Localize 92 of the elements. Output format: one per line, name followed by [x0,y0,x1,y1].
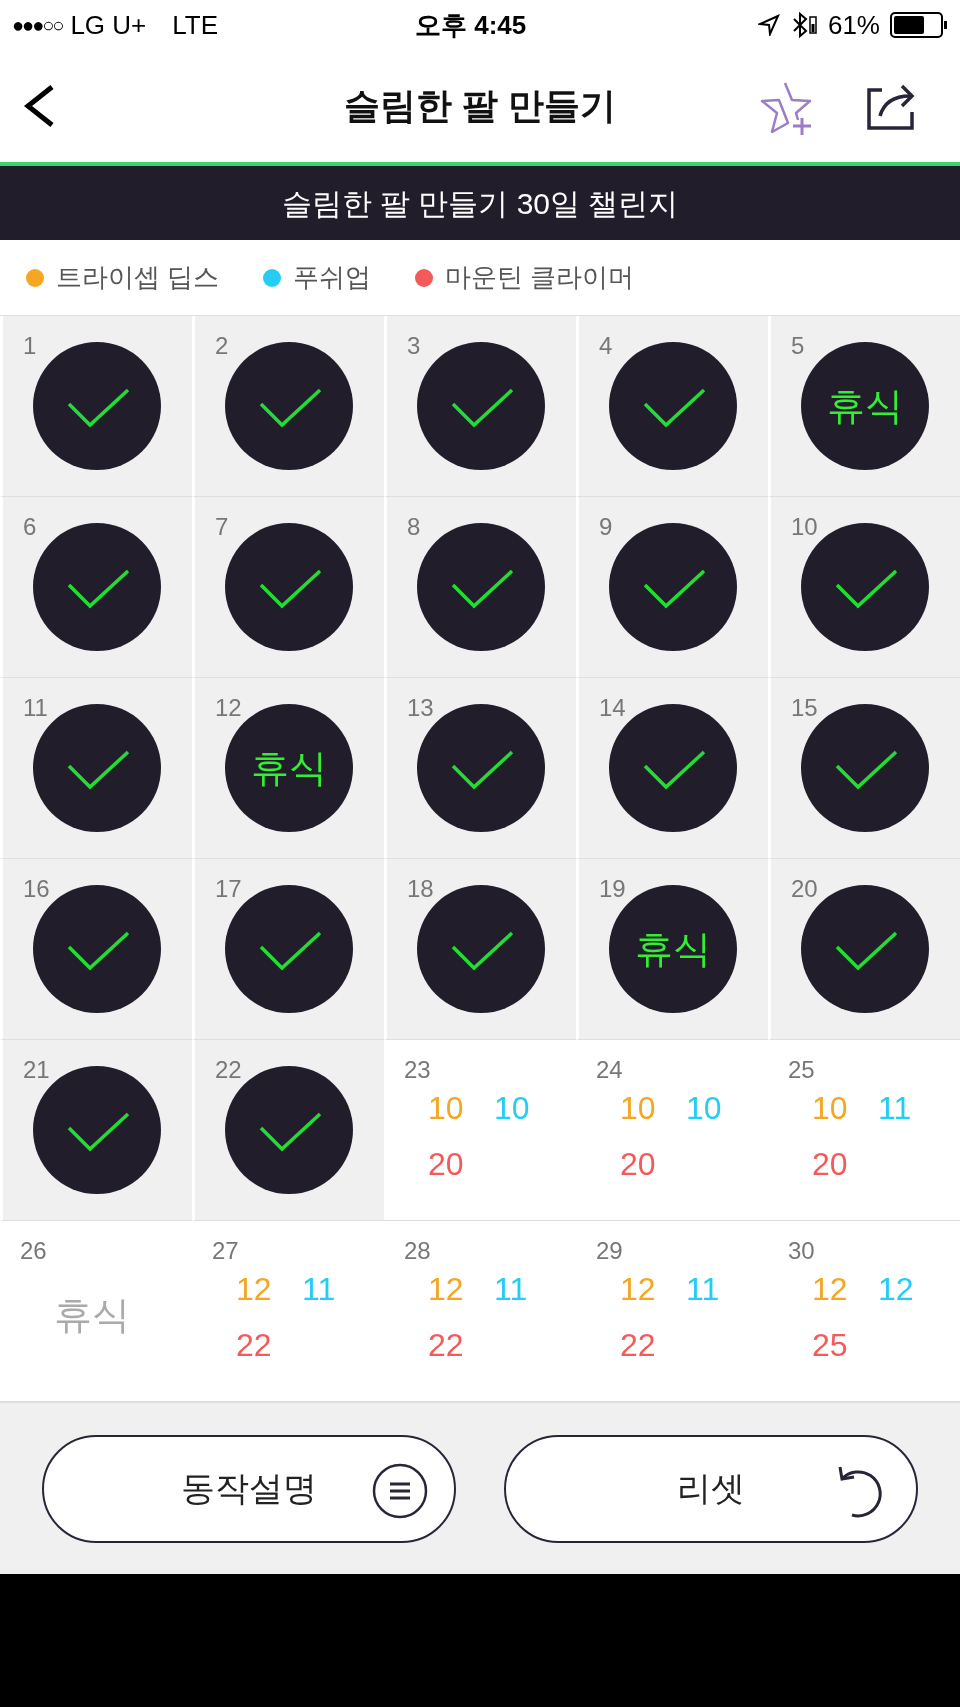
day-number: 16 [23,874,50,904]
day-number: 1 [23,331,37,361]
carrier-name: LG U+ [70,8,147,42]
day-number: 20 [791,874,818,904]
day-number: 27 [212,1236,239,1266]
rest-label: 휴식 [635,926,711,972]
location-icon [757,14,780,36]
day-number: 10 [791,512,818,542]
day-number: 23 [404,1055,431,1085]
rep-count: 20 [812,1148,848,1180]
day-cell[interactable]: 14 [576,678,768,859]
day-cell[interactable]: 3 [384,316,576,497]
rep-count: 11 [686,1273,720,1305]
day-cell[interactable]: 2 [192,316,384,497]
day-cell[interactable]: 10 [768,497,960,678]
day-number: 3 [407,331,421,361]
signal-strength: ●●●○○ [12,13,63,38]
day-number: 4 [599,331,613,361]
rep-count: 22 [236,1329,272,1361]
day-number: 21 [23,1055,50,1085]
day-cell[interactable]: 13 [384,678,576,859]
day-number: 17 [215,874,242,904]
day-cell[interactable]: 9 [576,497,768,678]
battery-icon [890,12,948,38]
rep-count: 20 [428,1148,464,1180]
day-number: 8 [407,512,421,542]
day-cell[interactable]: 17 [192,859,384,1040]
day-cell[interactable]: 1 [0,316,192,497]
day-number: 19 [599,874,626,904]
battery-percent: 61% [827,8,880,42]
rep-count: 22 [428,1329,464,1361]
day-number: 7 [215,512,229,542]
day-cell[interactable]: 12 휴식 [192,678,384,859]
day-cell[interactable]: 11 [0,678,192,859]
day-cell[interactable]: 7 [192,497,384,678]
day-number: 22 [215,1055,242,1085]
day-cell[interactable]: 15 [768,678,960,859]
rep-count: 11 [494,1273,528,1305]
rep-count: 10 [686,1092,722,1124]
rep-count: 12 [878,1273,914,1305]
day-number: 26 [20,1236,47,1266]
day-number: 24 [596,1055,623,1085]
rep-count: 10 [428,1092,464,1124]
rep-count: 12 [812,1273,848,1305]
day-cell[interactable]: 6 [0,497,192,678]
rep-count: 25 [812,1329,848,1361]
rep-count: 20 [620,1148,656,1180]
menu-icon [372,1462,428,1519]
day-number: 12 [215,693,242,723]
day-number: 13 [407,693,434,723]
legend-label: 트라이셉 딥스 [56,261,220,294]
rep-count: 12 [620,1273,656,1305]
action-button[interactable]: 동작설명 [42,1434,456,1543]
day-number: 2 [215,331,229,361]
day-number: 29 [596,1236,623,1266]
rest-label: 휴식 [251,745,327,791]
legend-label: 푸쉬업 [293,261,372,294]
day-number: 5 [791,331,805,361]
rep-count: 22 [620,1329,656,1361]
rep-count: 10 [620,1092,656,1124]
day-cell[interactable]: 4 [576,316,768,497]
legend-label: 마운틴 클라이머 [445,261,635,294]
rep-count: 12 [428,1273,464,1305]
day-cell[interactable]: 18 [384,859,576,1040]
day-number: 15 [791,693,818,723]
day-cell[interactable]: 8 [384,497,576,678]
rest-label: 휴식 [54,1293,130,1338]
day-cell[interactable]: 5 휴식 [768,316,960,497]
rep-count: 11 [302,1273,336,1305]
day-number: 14 [599,693,626,723]
rep-count: 12 [236,1273,272,1305]
day-number: 18 [407,874,434,904]
rep-count: 10 [494,1092,530,1124]
rest-label: 휴식 [827,383,903,429]
day-number: 25 [788,1055,815,1085]
rep-count: 11 [878,1092,912,1124]
clock-time: 오후 4:45 [415,8,527,42]
day-number: 9 [599,512,613,542]
page-title: 슬림한 팔 만들기 [344,84,616,128]
day-cell[interactable]: 19 휴식 [576,859,768,1040]
day-number: 6 [23,512,37,542]
day-cell[interactable]: 21 [0,1040,192,1221]
day-number: 28 [404,1236,431,1266]
day-cell[interactable]: 22 [192,1040,384,1221]
day-number: 30 [788,1236,815,1266]
network-type: LTE [172,8,219,42]
day-cell[interactable]: 20 [768,859,960,1040]
day-number: 11 [23,693,48,723]
banner-title: 슬림한 팔 만들기 30일 챌린지 [281,185,679,222]
day-cell[interactable]: 16 [0,859,192,1040]
action-button[interactable]: 리셋 [504,1434,918,1543]
rep-count: 10 [812,1092,848,1124]
